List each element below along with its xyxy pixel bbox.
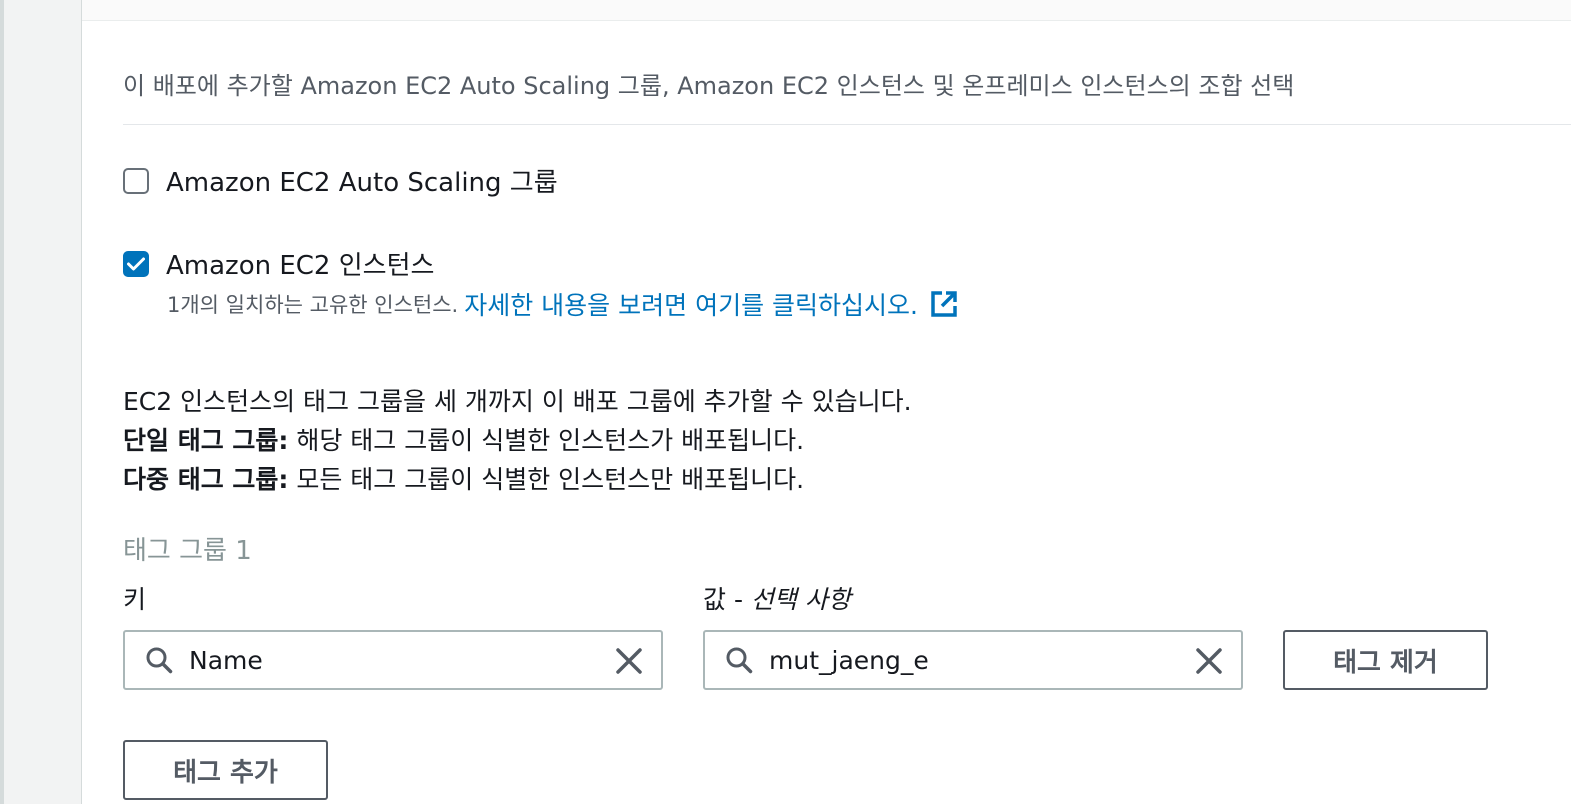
tag-key-input[interactable] — [187, 644, 571, 676]
multi-tag-group-label: 다중 태그 그룹: — [123, 465, 289, 494]
divider — [123, 124, 1571, 125]
tag-group-title: 태그 그룹 1 — [123, 536, 252, 566]
multi-tag-group-text: 모든 태그 그룹이 식별한 인스턴스만 배포됩니다. — [288, 465, 805, 494]
environment-description: 이 배포에 추가할 Amazon EC2 Auto Scaling 그룹, Am… — [123, 72, 1295, 100]
key-label: 키 — [123, 585, 147, 614]
single-tag-group-text: 해당 태그 그룹이 식별한 인스턴스가 배포됩니다. — [288, 426, 805, 455]
panel-header-strip — [82, 0, 1571, 21]
matching-instances-text: 1개의 일치하는 고유한 인스턴스. — [167, 293, 459, 317]
clear-value-icon[interactable] — [1195, 647, 1223, 675]
value-label-text: 값 - — [703, 585, 743, 614]
add-tag-button[interactable]: 태그 추가 — [123, 740, 328, 800]
clear-key-icon[interactable] — [615, 647, 643, 675]
left-rail — [0, 0, 4, 804]
info-line: EC2 인스턴스의 태그 그룹을 세 개까지 이 배포 그룹에 추가할 수 있습… — [123, 387, 912, 416]
multi-tag-group-line: 다중 태그 그룹: 모든 태그 그룹이 식별한 인스턴스만 배포됩니다. — [123, 460, 912, 499]
tag-value-input[interactable] — [767, 644, 1151, 676]
external-link-icon[interactable] — [930, 290, 958, 318]
ec2-instances-option[interactable]: Amazon EC2 인스턴스 — [123, 245, 434, 282]
tag-value-field[interactable] — [703, 630, 1243, 690]
ec2-instances-checkbox[interactable] — [123, 250, 149, 277]
matching-instances-summary: 1개의 일치하는 고유한 인스턴스. 자세한 내용을 보려면 여기를 클릭하십시… — [167, 286, 958, 322]
asg-checkbox[interactable] — [123, 167, 149, 194]
search-icon — [145, 646, 173, 674]
deployment-settings-panel: 이 배포에 추가할 Amazon EC2 Auto Scaling 그룹, Am… — [81, 0, 1571, 804]
asg-checkbox-label: Amazon EC2 Auto Scaling 그룹 — [166, 168, 558, 198]
asg-option[interactable]: Amazon EC2 Auto Scaling 그룹 — [123, 162, 558, 199]
value-label: 값 - 선택 사항 — [703, 580, 851, 616]
search-icon — [725, 646, 753, 674]
ec2-instances-checkbox-label: Amazon EC2 인스턴스 — [166, 251, 435, 281]
matching-instances-link[interactable]: 자세한 내용을 보려면 여기를 클릭하십시오. — [464, 286, 918, 322]
tag-key-field[interactable] — [123, 630, 663, 690]
check-icon — [127, 257, 145, 270]
single-tag-group-line: 단일 태그 그룹: 해당 태그 그룹이 식별한 인스턴스가 배포됩니다. — [123, 421, 912, 460]
tag-group-info: EC2 인스턴스의 태그 그룹을 세 개까지 이 배포 그룹에 추가할 수 있습… — [123, 382, 912, 499]
value-optional-label: 선택 사항 — [750, 585, 851, 614]
remove-tag-button[interactable]: 태그 제거 — [1283, 630, 1488, 690]
single-tag-group-label: 단일 태그 그룹: — [123, 426, 289, 455]
